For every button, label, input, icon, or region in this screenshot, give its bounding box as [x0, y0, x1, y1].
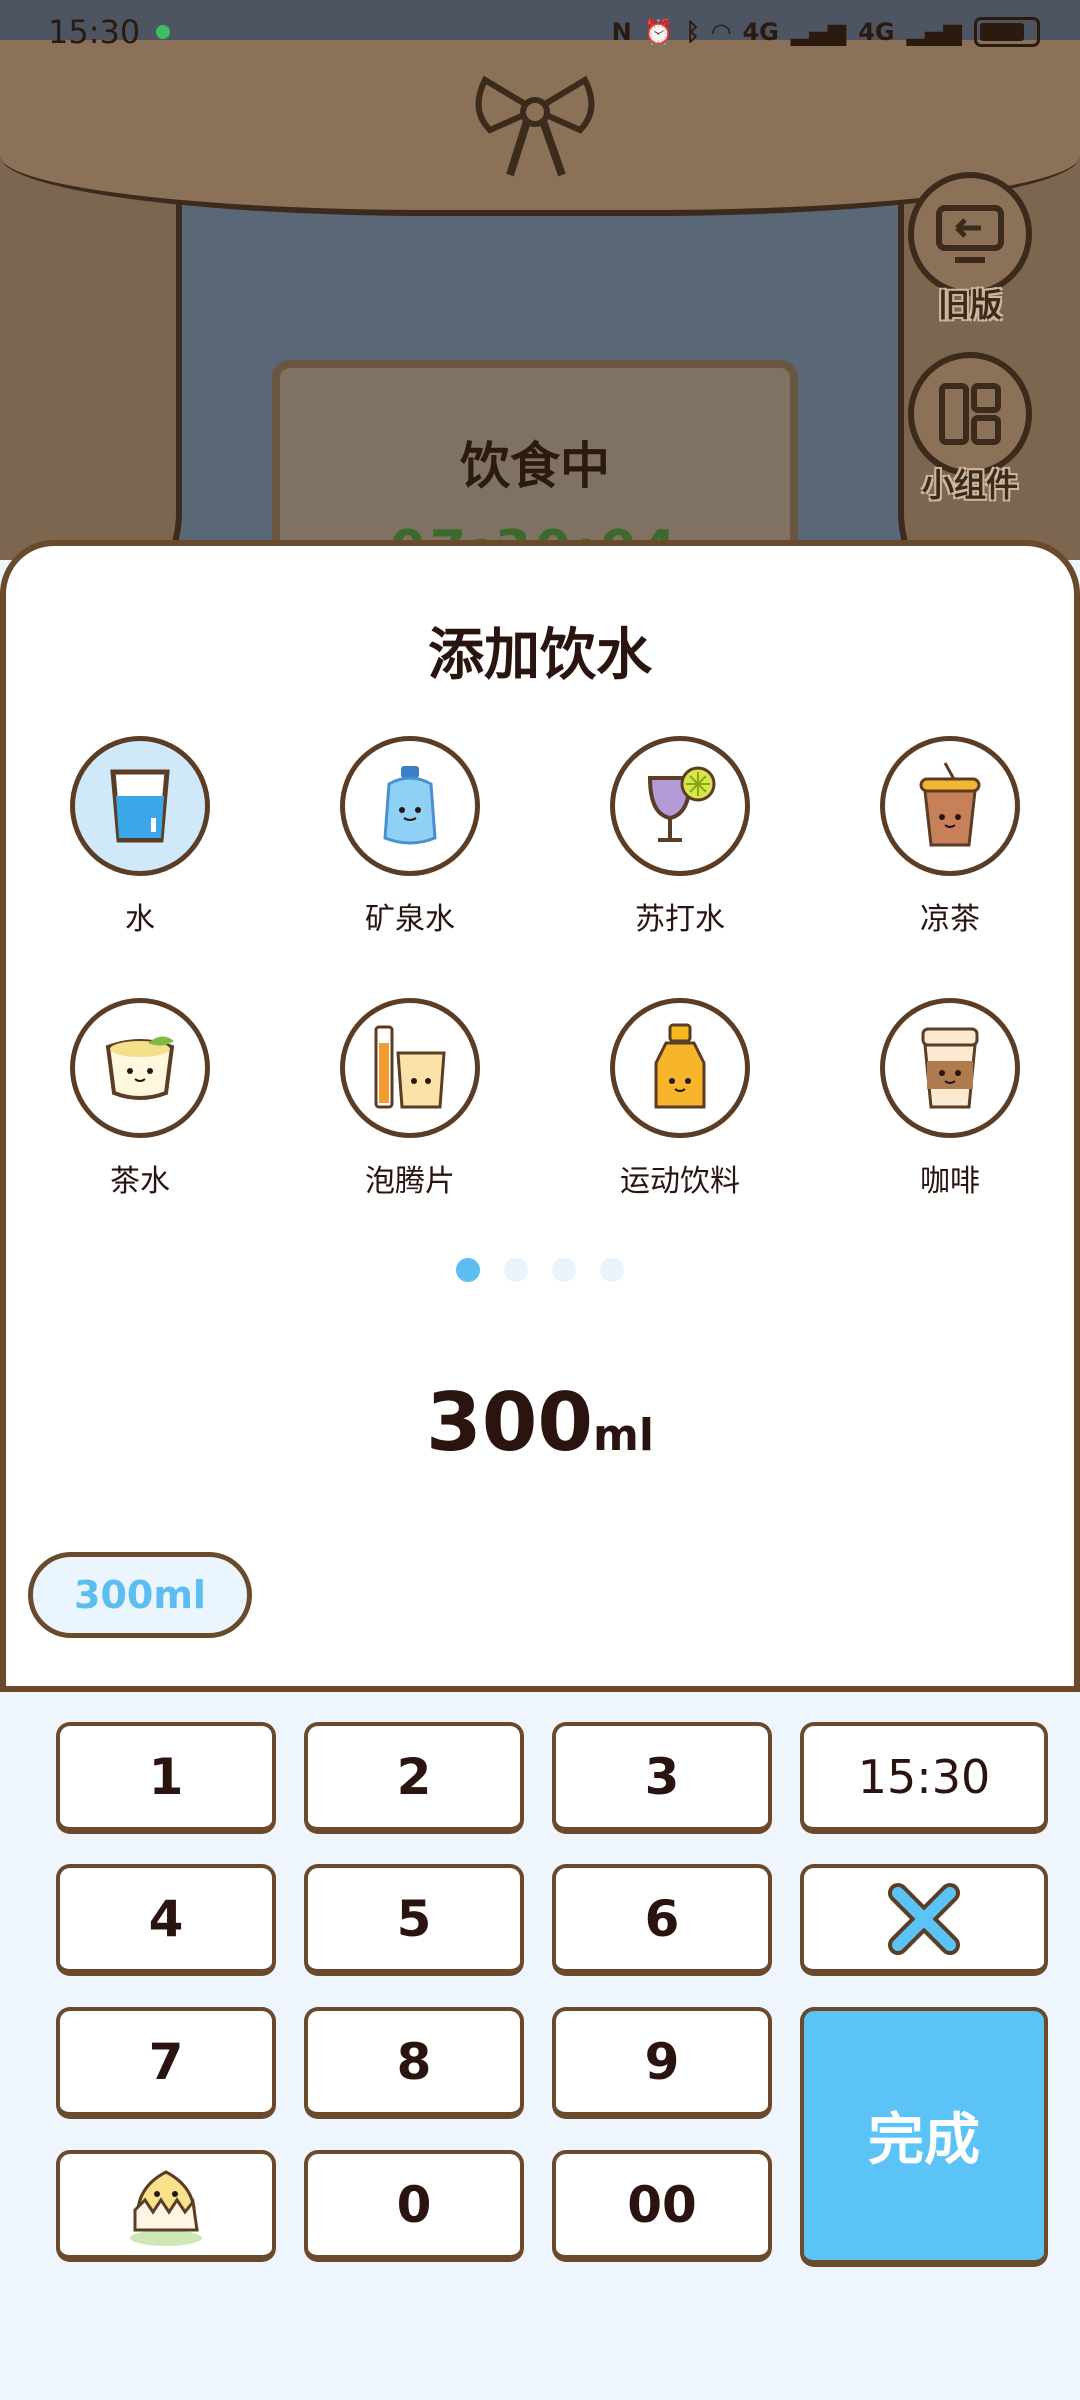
page-dot[interactable] [600, 1258, 624, 1282]
close-x-icon [888, 1882, 960, 1955]
page-dot[interactable] [504, 1258, 528, 1282]
key-3[interactable]: 3 [552, 1722, 772, 1834]
done-button[interactable]: 完成 [800, 2007, 1048, 2267]
alarm-icon: ⏰ [643, 18, 674, 46]
drink-circle [880, 998, 1020, 1138]
drink-option-soda[interactable]: 苏打水 [570, 736, 790, 938]
drink-option-mineral-water[interactable]: 矿泉水 [300, 736, 520, 938]
key-1[interactable]: 1 [56, 1722, 276, 1834]
drink-option-tea[interactable]: 茶水 [30, 998, 250, 1200]
notification-dot-icon [156, 25, 171, 39]
key-4[interactable]: 4 [56, 1864, 276, 1976]
key-7[interactable]: 7 [56, 2007, 276, 2119]
drink-circle [70, 998, 210, 1138]
signal-icon: ▂▄▆ [906, 18, 962, 46]
key-6[interactable]: 6 [552, 1864, 772, 1976]
coffee-cup-icon [921, 1027, 979, 1109]
drink-label: 苏打水 [635, 902, 725, 937]
drink-label: 泡腾片 [365, 1164, 455, 1199]
sign-text: 饮食中 [460, 437, 610, 495]
signal-icon: ▂▄▆ [790, 18, 847, 46]
drink-option-herbal-tea[interactable]: 凉茶 [840, 736, 1060, 938]
signal-label-1: 4G [742, 18, 779, 46]
drink-option-effervescent-tablet[interactable]: 泡腾片 [300, 998, 520, 1200]
drink-circle [340, 736, 480, 876]
soda-glass-icon [647, 766, 716, 842]
effervescent-tablet-icon [374, 1025, 446, 1109]
key-2[interactable]: 2 [304, 1722, 524, 1834]
background-scene: 饮食中 07:30:04 15:30 N ⏰ ᛒ ◠ 4G ▂▄▆ 4G ▂▄▆… [0, 0, 1080, 560]
signal-label-2: 4G [858, 18, 895, 46]
egg-mascot-icon [130, 2169, 202, 2246]
key-0[interactable]: 0 [304, 2150, 524, 2262]
water-glass-icon [110, 769, 170, 843]
page-dot[interactable] [456, 1258, 480, 1282]
back-screen-icon [936, 205, 1004, 263]
page-dot[interactable] [552, 1258, 576, 1282]
sheet-title: 添加饮水 [428, 623, 652, 688]
mascot-key[interactable] [56, 2150, 276, 2262]
wifi-icon: ◠ [711, 18, 731, 46]
numeric-keypad: 1 2 3 15:30 4 5 6 7 8 9 完成 0 00 [0, 1692, 1080, 2400]
drink-option-coffee[interactable]: 咖啡 [840, 998, 1060, 1200]
drink-label: 凉茶 [920, 902, 980, 937]
herbal-tea-cup-icon [919, 762, 981, 847]
drink-label: 运动饮料 [620, 1164, 740, 1199]
tea-cup-icon [105, 1036, 175, 1100]
battery-icon [974, 17, 1040, 47]
sports-drink-icon [654, 1023, 706, 1109]
bow-icon [475, 75, 595, 177]
bluetooth-icon: ᛒ [685, 18, 700, 46]
key-5[interactable]: 5 [304, 1864, 524, 1976]
old-version-label: 旧版 [937, 286, 1002, 324]
drink-circle [880, 736, 1020, 876]
drink-option-sports-drink[interactable]: 运动饮料 [570, 998, 790, 1200]
old-version-button[interactable] [908, 172, 1032, 296]
page-indicator [6, 1258, 1074, 1282]
widgets-icon [939, 383, 1001, 445]
amount-value: 300 [426, 1376, 594, 1469]
amount-unit: ml [593, 1410, 654, 1461]
key-00[interactable]: 00 [552, 2150, 772, 2262]
drink-circle [610, 736, 750, 876]
widgets-button[interactable] [908, 352, 1032, 476]
key-9[interactable]: 9 [552, 2007, 772, 2119]
delete-key[interactable] [800, 1864, 1048, 1976]
amount-display: 300ml [6, 1376, 1074, 1469]
drink-option-water[interactable]: 水 [30, 736, 250, 938]
drink-circle [340, 998, 480, 1138]
status-sign: 饮食中 07:30:04 [272, 360, 798, 560]
water-bottle-icon [383, 766, 437, 845]
drink-label: 水 [125, 902, 155, 937]
drink-circle [70, 736, 210, 876]
preset-amount-chip[interactable]: 300ml [28, 1552, 252, 1638]
time-key[interactable]: 15:30 [800, 1722, 1048, 1834]
drink-circle [610, 998, 750, 1138]
drink-label: 咖啡 [920, 1164, 980, 1199]
status-time: 15:30 [48, 13, 141, 51]
status-bar: 15:30 N ⏰ ᛒ ◠ 4G ▂▄▆ 4G ▂▄▆ [0, 0, 1080, 64]
drink-label: 矿泉水 [365, 902, 455, 937]
key-8[interactable]: 8 [304, 2007, 524, 2119]
widgets-label: 小组件 [921, 466, 1018, 504]
drink-label: 茶水 [110, 1164, 170, 1199]
add-water-sheet: 添加饮水 水 矿泉水 苏打水 凉茶 茶水 泡腾片 运动饮料 咖啡 300ml 3… [0, 540, 1080, 1692]
nfc-icon: N [611, 18, 632, 46]
